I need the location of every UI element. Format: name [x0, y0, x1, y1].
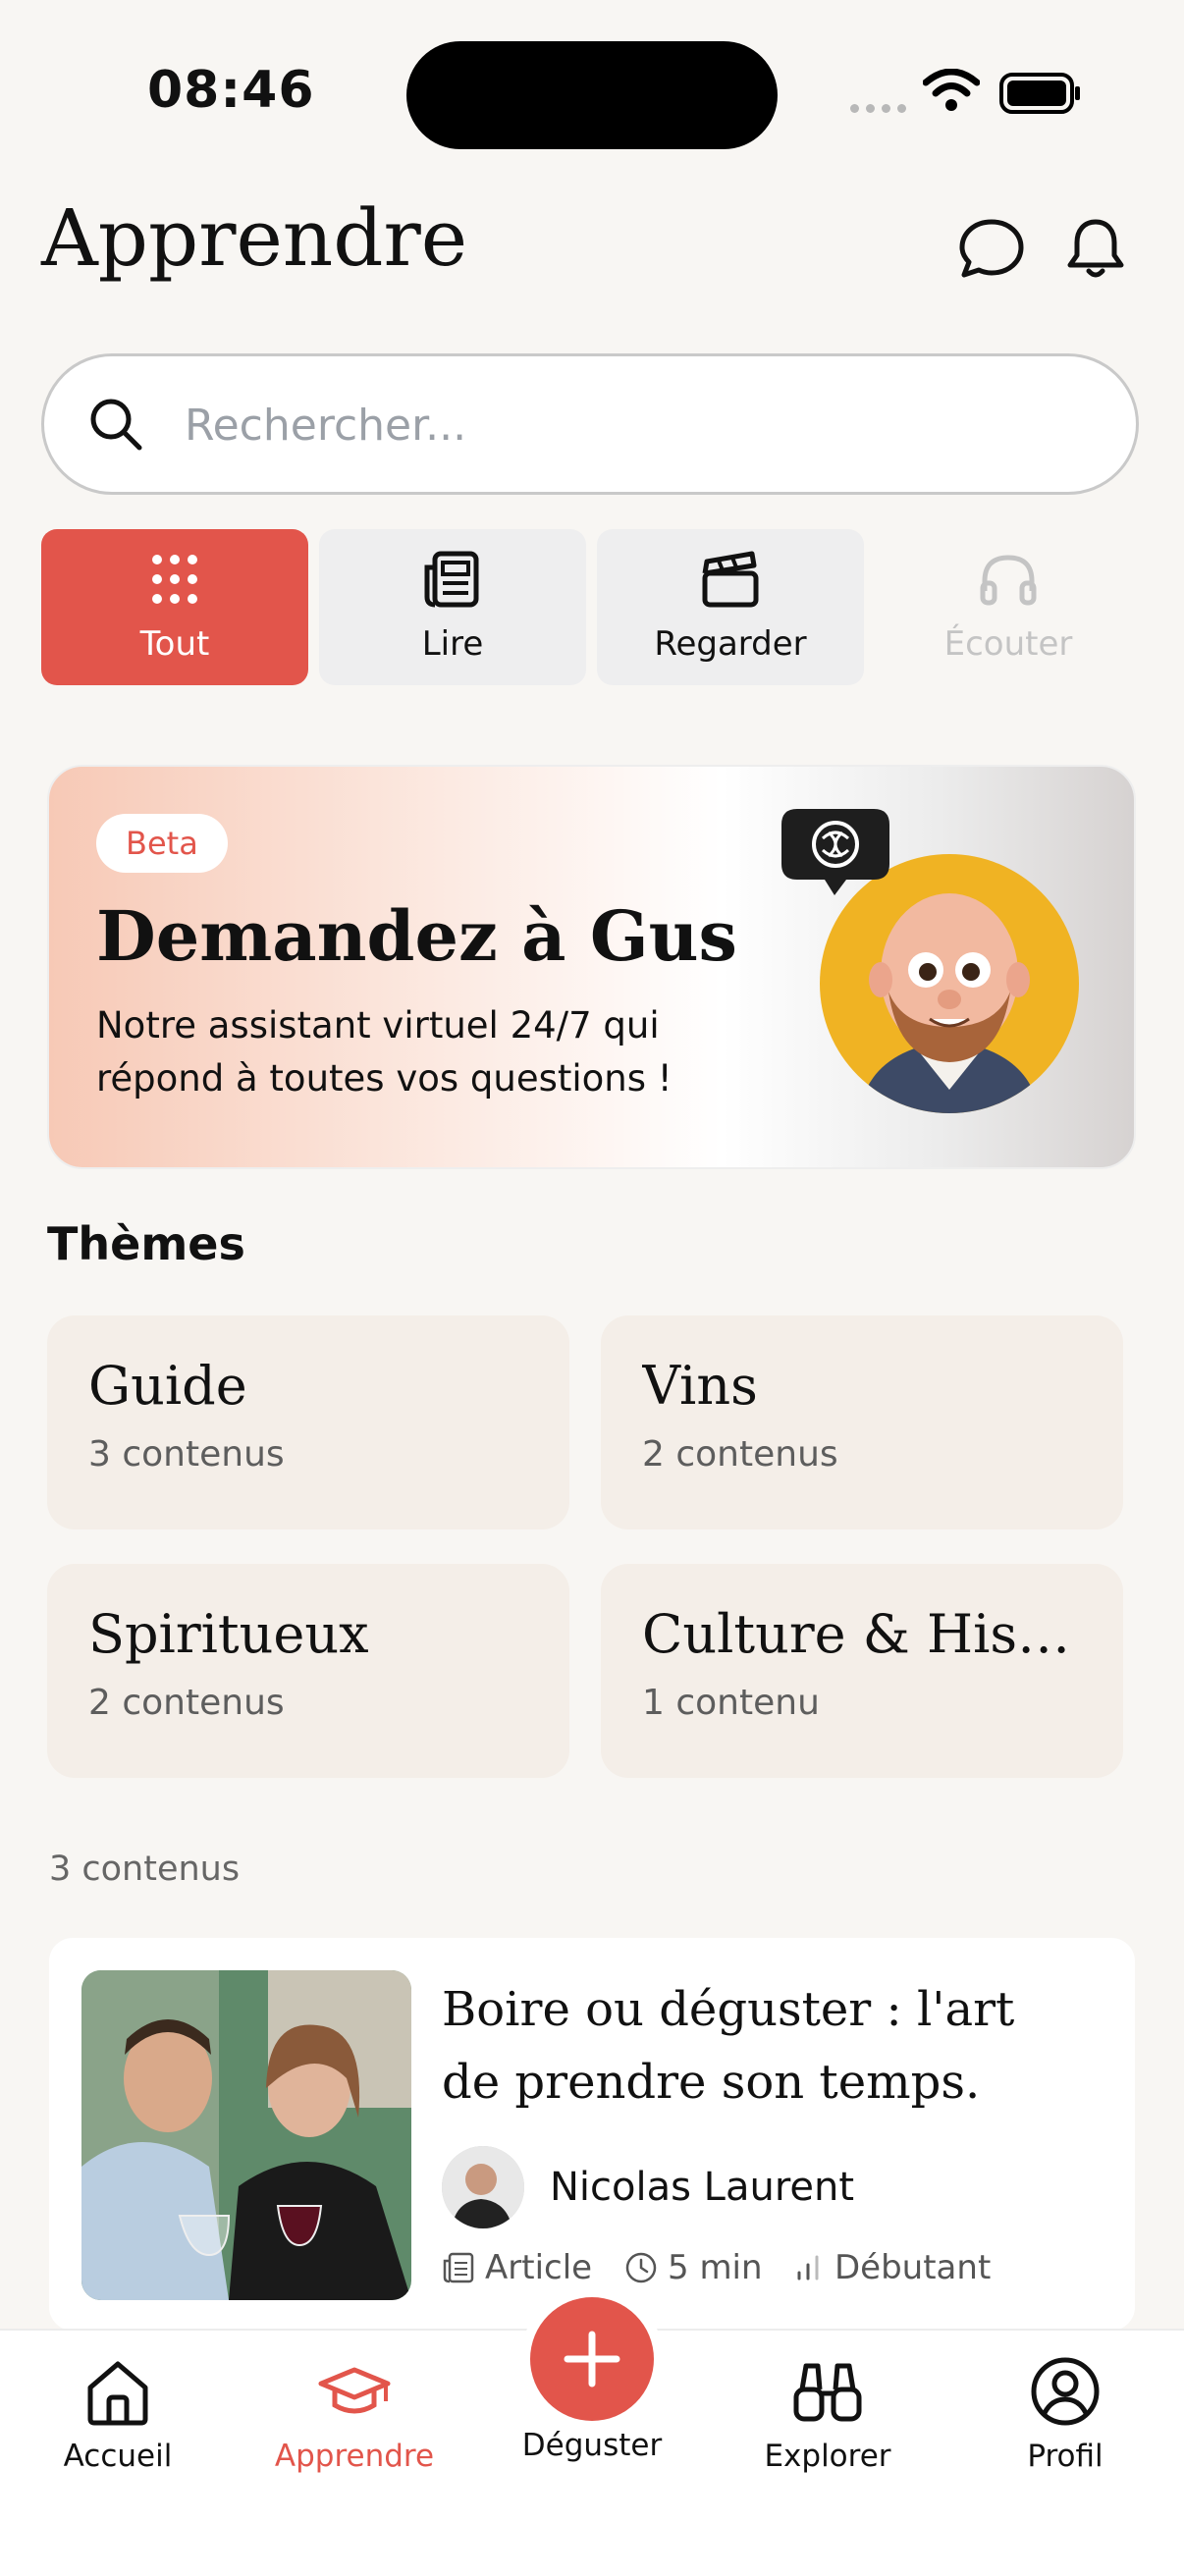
author-name: Nicolas Laurent [550, 2165, 855, 2210]
theme-name: Guide [88, 1355, 247, 1417]
article-level-label: Débutant [834, 2248, 992, 2287]
tab-ecouter[interactable]: Écouter [875, 529, 1142, 685]
newspaper-icon [424, 551, 479, 608]
chat-icon[interactable] [956, 214, 1027, 285]
tab-lire[interactable]: Lire [319, 529, 586, 685]
nav-label: Apprendre [274, 2439, 435, 2474]
theme-card-spiritueux[interactable]: Spiritueux 2 contenus [47, 1564, 569, 1778]
tab-label: Écouter [943, 624, 1073, 664]
nav-label: Profil [1027, 2439, 1103, 2474]
article-title: Boire ou déguster : l'art de prendre son… [442, 1982, 1015, 2110]
newspaper-icon [443, 2252, 474, 2283]
nav-label: Accueil [63, 2439, 173, 2474]
content-count: 3 contenus [49, 1850, 241, 1889]
tab-label: Regarder [654, 624, 807, 664]
status-time: 08:46 [147, 61, 315, 120]
banner-subtitle: Notre assistant virtuel 24/7 qui répond … [96, 1004, 673, 1100]
clock-icon [625, 2252, 657, 2283]
tab-regarder[interactable]: Regarder [597, 529, 864, 685]
bell-icon[interactable] [1060, 214, 1131, 285]
article-level: Débutant [791, 2248, 991, 2287]
theme-name: Spiritueux [88, 1603, 369, 1665]
themes-section-title: Thèmes [47, 1217, 245, 1270]
article-duration: 5 min [624, 2248, 763, 2287]
signal-icon [850, 104, 906, 113]
user-circle-icon [1031, 2357, 1100, 2426]
theme-count: 2 contenus [88, 1683, 285, 1723]
article-duration-label: 5 min [668, 2248, 763, 2287]
clapperboard-icon [702, 551, 759, 608]
nav-label: Déguster [521, 2428, 663, 2463]
battery-icon [999, 73, 1080, 114]
article-type: Article [442, 2248, 592, 2287]
binoculars-icon [793, 2363, 862, 2422]
theme-count: 2 contenus [642, 1434, 838, 1475]
theme-count: 3 contenus [88, 1434, 285, 1475]
home-icon [87, 2361, 148, 2426]
dynamic-island [406, 41, 778, 149]
tab-label: Lire [421, 624, 484, 664]
theme-card-culture[interactable]: Culture & Histoi... 1 contenu [601, 1564, 1123, 1778]
article-type-label: Article [485, 2248, 593, 2287]
theme-name: Vins [642, 1355, 758, 1417]
page-title: Apprendre [41, 192, 468, 284]
nav-apprendre[interactable]: Apprendre [246, 2346, 462, 2474]
tab-label: Tout [139, 624, 210, 664]
graduation-cap-icon [318, 2367, 391, 2414]
theme-card-guide[interactable]: Guide 3 contenus [47, 1315, 569, 1530]
theme-count: 1 contenu [642, 1683, 820, 1723]
plus-icon [564, 2331, 620, 2388]
ai-bubble-icon [781, 809, 889, 895]
theme-name: Culture & Histoi... [642, 1603, 1082, 1665]
nav-label: Explorer [764, 2439, 891, 2474]
banner-title: Demandez à Gus [96, 895, 737, 977]
grid-dots-icon [152, 555, 197, 604]
nav-accueil[interactable]: Accueil [10, 2346, 226, 2474]
beta-badge: Beta [96, 814, 228, 873]
headphones-icon [980, 555, 1037, 606]
nav-explorer[interactable]: Explorer [720, 2346, 936, 2474]
article-thumbnail [81, 1970, 411, 2300]
nav-profil[interactable]: Profil [957, 2346, 1173, 2474]
search-input[interactable] [183, 393, 1070, 457]
add-tasting-button[interactable] [530, 2297, 654, 2421]
wifi-icon [923, 69, 980, 111]
level-bars-icon [797, 2255, 819, 2281]
tab-tout[interactable]: Tout [41, 529, 308, 685]
author-avatar [442, 2146, 524, 2228]
search-icon [90, 399, 142, 451]
theme-card-vins[interactable]: Vins 2 contenus [601, 1315, 1123, 1530]
